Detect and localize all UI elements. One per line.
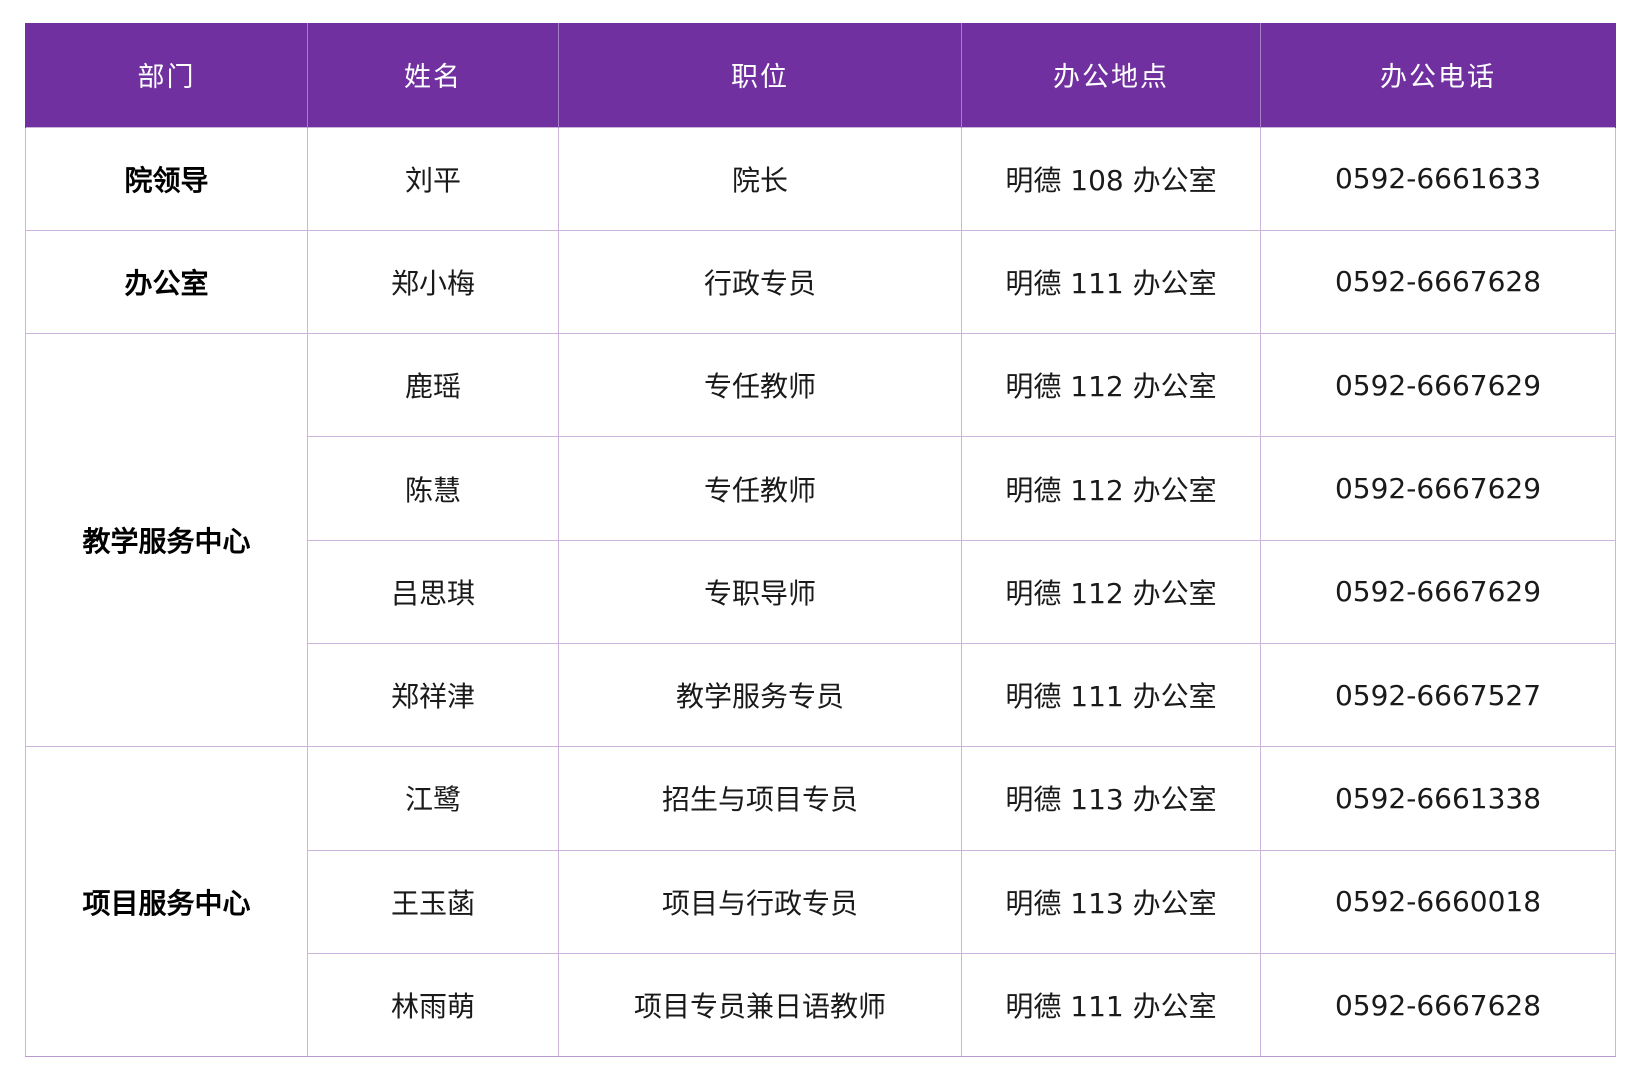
department-cell: 办公室 bbox=[25, 229, 308, 335]
position-cell: 专任教师 bbox=[558, 436, 962, 541]
phone-cell: 0592-6667629 bbox=[1260, 333, 1616, 438]
position-cell: 教学服务专员 bbox=[558, 642, 962, 748]
header-position: 职位 bbox=[558, 23, 962, 127]
position-cell: 专职导师 bbox=[558, 539, 962, 644]
location-cell: 明德 112 办公室 bbox=[961, 539, 1261, 644]
table-body: 院领导 刘平 院长 明德 108 办公室 0592-6661633 办公室 郑小… bbox=[25, 126, 1616, 1058]
department-cell: 项目服务中心 bbox=[25, 746, 308, 1058]
position-cell: 院长 bbox=[558, 126, 962, 231]
header-location: 办公地点 bbox=[961, 23, 1261, 127]
position-cell: 项目专员兼日语教师 bbox=[558, 952, 962, 1058]
header-phone: 办公电话 bbox=[1260, 23, 1616, 127]
name-cell: 刘平 bbox=[307, 126, 559, 231]
location-cell: 明德 108 办公室 bbox=[961, 126, 1261, 231]
name-cell: 林雨萌 bbox=[307, 952, 559, 1058]
table-header: 部门 姓名 职位 办公地点 办公电话 bbox=[25, 23, 1616, 127]
location-cell: 明德 112 办公室 bbox=[961, 436, 1261, 541]
staff-directory-table: 部门 姓名 职位 办公地点 办公电话 院领导 刘平 院长 明德 108 办公室 … bbox=[25, 23, 1616, 1058]
name-cell: 陈慧 bbox=[307, 436, 559, 541]
name-cell: 江鹭 bbox=[307, 746, 559, 851]
position-cell: 行政专员 bbox=[558, 229, 962, 335]
phone-cell: 0592-6667629 bbox=[1260, 436, 1616, 541]
location-cell: 明德 113 办公室 bbox=[961, 849, 1261, 954]
table-row: 办公室 郑小梅 行政专员 明德 111 办公室 0592-6667628 bbox=[25, 229, 1616, 335]
header-name: 姓名 bbox=[307, 23, 559, 127]
phone-cell: 0592-6667629 bbox=[1260, 539, 1616, 644]
department-cell: 教学服务中心 bbox=[25, 333, 308, 748]
department-cell: 院领导 bbox=[25, 126, 308, 231]
location-cell: 明德 111 办公室 bbox=[961, 229, 1261, 335]
table-row: 教学服务中心 鹿瑶 专任教师 明德 112 办公室 0592-6667629 bbox=[25, 333, 1616, 748]
name-cell: 郑祥津 bbox=[307, 642, 559, 748]
location-cell: 明德 111 办公室 bbox=[961, 642, 1261, 748]
location-cell: 明德 111 办公室 bbox=[961, 952, 1261, 1058]
phone-cell: 0592-6661338 bbox=[1260, 746, 1616, 851]
name-cell: 鹿瑶 bbox=[307, 333, 559, 438]
name-cell: 吕思琪 bbox=[307, 539, 559, 644]
position-cell: 专任教师 bbox=[558, 333, 962, 438]
phone-cell: 0592-6667527 bbox=[1260, 642, 1616, 748]
position-cell: 招生与项目专员 bbox=[558, 746, 962, 851]
header-row: 部门 姓名 职位 办公地点 办公电话 bbox=[25, 23, 1616, 127]
header-department: 部门 bbox=[25, 23, 308, 127]
name-cell: 王玉菡 bbox=[307, 849, 559, 954]
phone-cell: 0592-6661633 bbox=[1260, 126, 1616, 231]
phone-cell: 0592-6667628 bbox=[1260, 952, 1616, 1058]
table-row: 院领导 刘平 院长 明德 108 办公室 0592-6661633 bbox=[25, 126, 1616, 231]
phone-cell: 0592-6667628 bbox=[1260, 229, 1616, 335]
phone-cell: 0592-6660018 bbox=[1260, 849, 1616, 954]
location-cell: 明德 113 办公室 bbox=[961, 746, 1261, 851]
name-cell: 郑小梅 bbox=[307, 229, 559, 335]
table-row: 项目服务中心 江鹭 招生与项目专员 明德 113 办公室 0592-666133… bbox=[25, 746, 1616, 1058]
position-cell: 项目与行政专员 bbox=[558, 849, 962, 954]
location-cell: 明德 112 办公室 bbox=[961, 333, 1261, 438]
